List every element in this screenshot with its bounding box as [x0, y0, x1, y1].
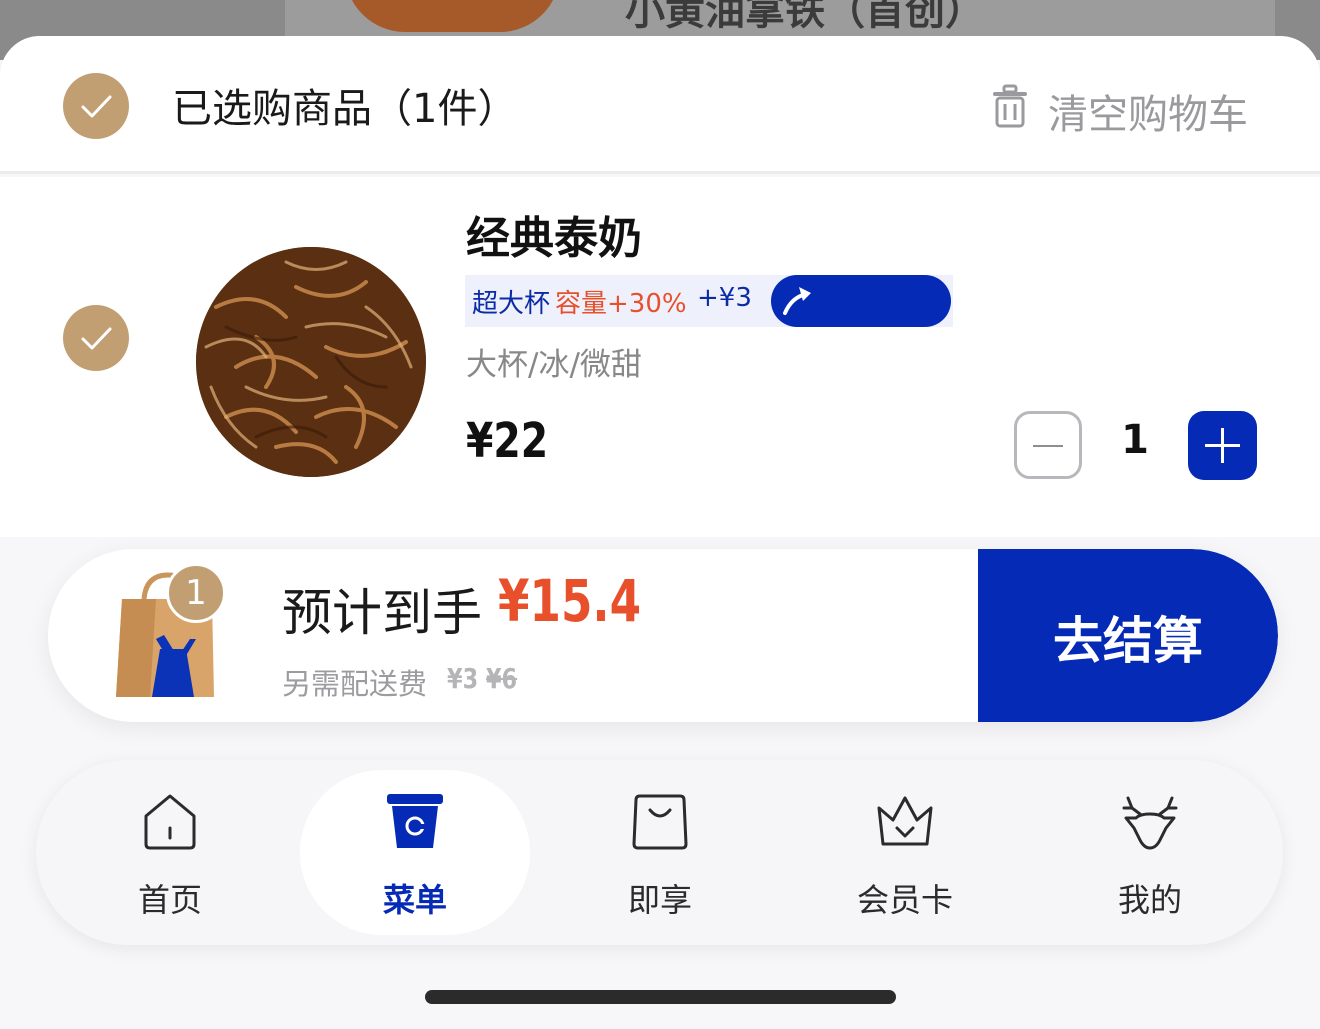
checkout-bar: 1 预计到手 ¥15.4 另需配送费 ¥3 ¥6 去结算 — [48, 549, 1278, 722]
tab-profile[interactable]: 我的 — [1035, 760, 1265, 945]
deer-icon — [1122, 796, 1178, 850]
upgrade-button[interactable] — [771, 275, 951, 327]
delivery-fee-label: 另需配送费 — [282, 667, 428, 701]
cart-count-badge: 1 — [166, 563, 226, 623]
tab-instant-label: 即享 — [627, 881, 692, 919]
tab-membership-label: 会员卡 — [856, 881, 953, 919]
checkout-button-label: 去结算 — [1053, 612, 1203, 670]
delivery-fee-original: ¥6 — [485, 662, 518, 695]
cart-title: 已选购商品（1件） — [172, 86, 518, 132]
tab-membership[interactable]: 会员卡 — [790, 760, 1020, 945]
cart-sheet: 已选购商品（1件） 清空购物车 经典泰奶 超大杯 容量+30% +¥3 大杯/冰… — [0, 36, 1320, 1029]
cart-item: 经典泰奶 超大杯 容量+30% +¥3 大杯/冰/微甜 ¥22 1 — [0, 177, 1320, 537]
clear-cart-label: 清空购物车 — [1048, 92, 1248, 138]
delivery-fee-value: ¥3 ¥6 — [447, 662, 517, 695]
promo-capacity-label: 容量+30% — [555, 289, 687, 319]
quantity-value: 1 — [1121, 417, 1149, 463]
trash-icon — [993, 84, 1027, 128]
crown-icon — [877, 796, 933, 846]
estimate-label: 预计到手 — [282, 584, 482, 642]
cup-icon — [387, 794, 443, 848]
product-price: ¥22 — [466, 413, 549, 469]
tab-menu-label: 菜单 — [382, 881, 447, 919]
product-name: 经典泰奶 — [466, 213, 642, 264]
increase-quantity-button[interactable] — [1188, 411, 1257, 480]
tab-home[interactable]: 首页 — [55, 760, 285, 945]
item-checkbox[interactable] — [63, 305, 129, 371]
tab-menu[interactable]: 菜单 — [300, 760, 530, 945]
checkout-button[interactable]: 去结算 — [978, 549, 1278, 722]
decrease-quantity-button[interactable] — [1014, 411, 1082, 479]
estimate-price: ¥15.4 — [498, 567, 642, 635]
promo-size-label: 超大杯 — [472, 289, 551, 319]
check-icon — [81, 95, 112, 118]
check-icon — [81, 327, 112, 350]
home-icon — [144, 794, 196, 850]
cart-header: 已选购商品（1件） 清空购物车 — [0, 36, 1320, 174]
upgrade-promo[interactable]: 超大杯 容量+30% +¥3 — [465, 275, 953, 327]
background-product-title: 小黄油拿铁（首创） — [625, 0, 985, 34]
product-image — [196, 247, 426, 477]
tab-home-label: 首页 — [137, 881, 202, 919]
home-indicator — [425, 990, 896, 1004]
promo-price-label: +¥3 — [697, 283, 752, 313]
tab-profile-label: 我的 — [1117, 881, 1182, 919]
select-all-checkbox[interactable] — [63, 73, 129, 139]
product-spec: 大杯/冰/微甜 — [466, 347, 642, 383]
upgrade-arrow-icon — [783, 287, 811, 315]
bottom-tab-bar: 首页 菜单 即享 会员卡 我的 — [36, 760, 1283, 945]
delivery-fee-current: ¥3 — [447, 662, 479, 695]
bag-icon — [632, 794, 688, 850]
tab-instant[interactable]: 即享 — [545, 760, 775, 945]
